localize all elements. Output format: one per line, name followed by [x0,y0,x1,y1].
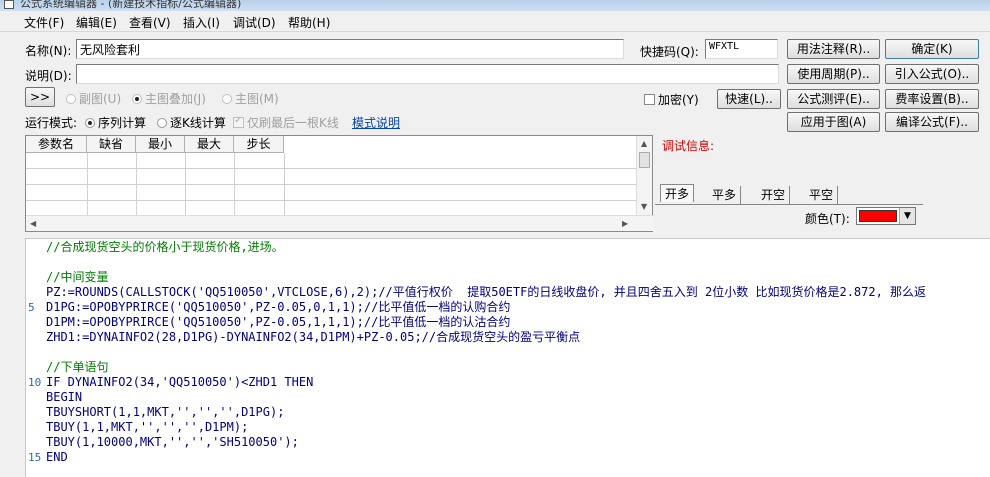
color-label: 颜色(T): [805,212,850,226]
mode-help-link[interactable]: 模式说明 [352,114,400,131]
confirm-button[interactable]: 确定(K) [885,39,979,59]
compile-button[interactable]: 编译公式(F).. [885,112,979,132]
radio-circle [66,94,76,104]
param-min-header: 最小 [136,136,185,153]
code-line: //下单语句 [46,360,109,374]
param-name-header: 参数名 [26,136,87,153]
params-table: 参数名 缺省 最小 最大 步长 ▲ ▼ ◀ ▶ [25,135,654,232]
column-divider [185,153,186,215]
line-number: 10 [28,376,42,389]
usage-note-button[interactable]: 用法注释(R).. [787,39,880,59]
apply-chart-button[interactable]: 应用于图(A) [787,112,880,132]
tab-close-long[interactable]: 平多 [708,186,742,204]
tab-close-short[interactable]: 平空 [805,186,839,204]
column-divider [136,153,137,215]
color-swatch [859,210,897,222]
tab-divider [655,204,923,205]
import-button[interactable]: 引入公式(O).. [885,64,979,84]
menu-file[interactable]: 文件(F) [24,14,64,31]
radio-tick[interactable]: 逐K线计算 [157,114,226,131]
radio-main-overlay[interactable]: 主图叠加(J) [132,90,206,107]
radio-circle [132,94,142,104]
code-line: //合成现货空头的价格小于现货价格,进场。 [46,240,284,254]
expand-button[interactable]: >> [25,87,55,107]
table-row[interactable] [26,185,638,201]
code-line: TBUY(1,1,MKT,'','','',D1PM); [46,420,249,434]
desc-input[interactable] [76,64,779,84]
period-button[interactable]: 使用周期(P).. [787,64,880,84]
quick-button[interactable]: 快速(L).. [717,89,781,109]
radio-main-overlay-label: 主图叠加(J) [145,92,206,106]
code-line: ZHD1:=DYNAINFO2(28,D1PG)-DYNAINFO2(34,D1… [46,330,581,344]
radio-subchart[interactable]: 副图(U) [66,90,121,107]
tab-open-long[interactable]: 开多 [660,184,695,202]
radio-circle [157,118,167,128]
name-label: 名称(N): [25,44,72,58]
radio-main[interactable]: 主图(M) [222,90,279,107]
radio-circle [85,118,95,128]
code-line: TBUYSHORT(1,1,MKT,'','','',D1PG); [46,405,285,419]
radio-serial[interactable]: 序列计算 [85,114,146,131]
menu-view[interactable]: 查看(V) [129,14,171,31]
run-mode-label: 运行模式: [25,116,78,130]
code-line: IF DYNAINFO2(34,'QQ510050')<ZHD1 THEN [46,375,314,389]
param-default-header: 缺省 [87,136,136,153]
menu-bar: 文件(F) 编辑(E) 查看(V) 插入(I) 调试(D) 帮助(H) [0,11,990,32]
color-picker[interactable]: ▼ [856,207,916,225]
radio-subchart-label: 副图(U) [79,92,122,106]
column-divider [234,153,235,215]
radio-tick-label: 逐K线计算 [170,116,226,130]
only-last-label: 仅刷最后一根K线 [247,116,339,130]
code-line: PZ:=ROUNDS(CALLSTOCK('QQ510050',VTCLOSE,… [46,285,927,299]
code-line: //中间变量 [46,270,109,284]
window-title: 公式系统编辑器 - (新建技术指标/公式编辑器) [20,0,242,10]
radio-serial-label: 序列计算 [98,116,147,130]
param-step-header: 步长 [234,136,284,153]
checkbox-box [233,115,244,128]
column-divider [87,153,88,215]
scroll-up-icon[interactable]: ▲ [641,139,647,148]
params-horizontal-scrollbar[interactable]: ◀ ▶ [26,215,654,231]
encrypt-checkbox[interactable]: 加密(Y) [644,91,699,108]
code-line: D1PM:=OPOBYPRIRCE('QQ510050',PZ-0.05,1,1… [46,315,511,329]
scroll-down-icon[interactable]: ▼ [641,202,647,211]
radio-main-label: 主图(M) [235,92,279,106]
code-line: BEGIN [46,390,83,404]
fee-settings-button[interactable]: 费率设置(B).. [885,89,979,109]
code-line: END [46,450,68,464]
table-row[interactable] [26,169,638,185]
params-header: 参数名 缺省 最小 最大 步长 [26,136,284,153]
scroll-right-icon[interactable]: ▶ [622,219,628,228]
scroll-thumb[interactable] [639,152,650,168]
params-vertical-scrollbar[interactable]: ▲ ▼ [636,136,652,216]
table-row[interactable] [26,153,638,169]
code-line: TBUY(1,10000,MKT,'','','SH510050'); [46,435,299,449]
title-bar: 公式系统编辑器 - (新建技术指标/公式编辑器) [0,0,990,11]
formula-test-button[interactable]: 公式测评(E).. [787,89,880,109]
only-last-checkbox[interactable]: 仅刷最后一根K线 [233,114,339,131]
param-max-header: 最大 [185,136,234,153]
column-divider [284,153,285,215]
menu-debug[interactable]: 调试(D) [233,14,276,31]
line-number: 15 [28,451,42,464]
shortcut-label: 快捷码(Q): [640,45,699,59]
scroll-left-icon[interactable]: ◀ [30,219,36,228]
debug-info-label: 调试信息: [662,139,715,153]
radio-circle [222,94,232,104]
chevron-down-icon[interactable]: ▼ [899,208,915,224]
app-icon [4,0,14,9]
menu-help[interactable]: 帮助(H) [288,14,330,31]
line-number: 5 [28,301,35,314]
checkbox-box [644,94,655,105]
shortcut-input[interactable]: WFXTL [705,39,778,59]
menu-edit[interactable]: 编辑(E) [76,14,117,31]
menu-insert[interactable]: 插入(I) [183,14,220,31]
name-input[interactable]: 无风险套利 [76,39,624,59]
encrypt-label: 加密(Y) [658,93,699,107]
desc-label: 说明(D): [25,69,72,83]
code-editor[interactable]: 5 10 15 //合成现货空头的价格小于现货价格,进场。 //中间变量 PZ:… [25,238,990,477]
tab-open-short[interactable]: 开空 [757,186,791,204]
code-line: D1PG:=OPOBYPRIRCE('QQ510050',PZ-0.05,0,1… [46,300,511,314]
